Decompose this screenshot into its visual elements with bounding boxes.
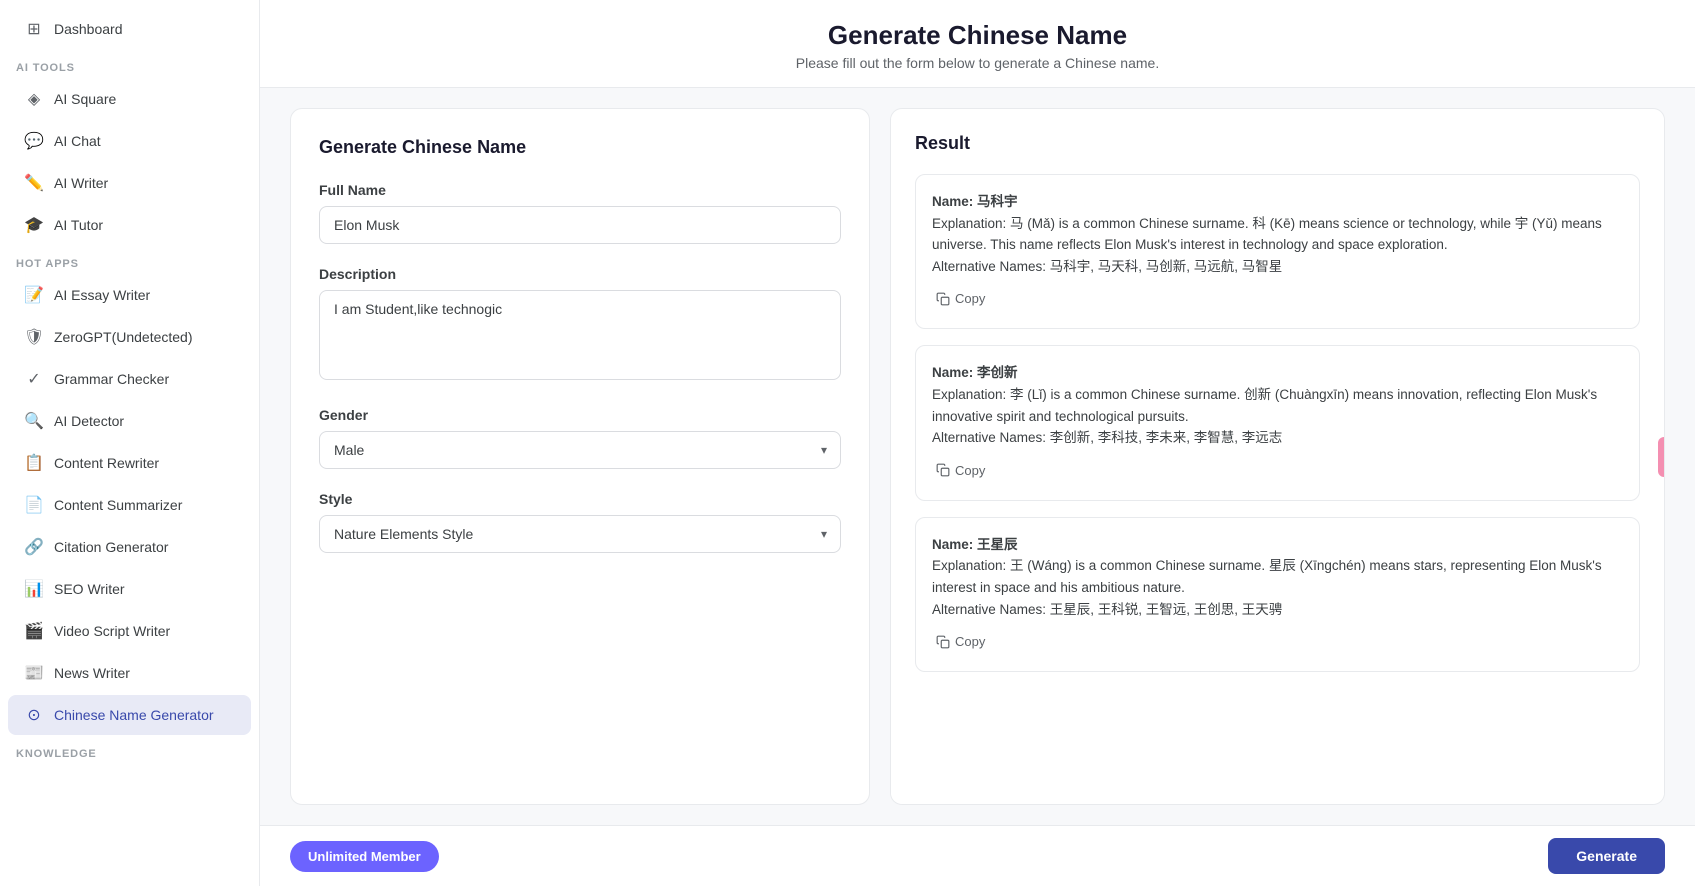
ai-writer-icon: ✏️	[24, 173, 44, 193]
copy-icon-2	[936, 463, 950, 477]
copy-button-1[interactable]: Copy	[932, 285, 989, 312]
full-name-label: Full Name	[319, 182, 841, 198]
ai-chat-icon: 💬	[24, 131, 44, 151]
content-area: Generate Chinese Name Full Name Descript…	[260, 88, 1695, 825]
description-label: Description	[319, 266, 841, 282]
result-card-2: Name: 李创新 Explanation: 李 (Lǐ) is a commo…	[915, 345, 1640, 500]
sidebar-item-ai-writer[interactable]: ✏️ AI Writer	[8, 163, 251, 203]
style-label: Style	[319, 491, 841, 507]
generate-button[interactable]: Generate	[1548, 838, 1665, 874]
essay-writer-icon: 📝	[24, 285, 44, 305]
style-select[interactable]: Nature Elements Style Classical Style Mo…	[319, 515, 841, 553]
content-rewriter-icon: 📋	[24, 453, 44, 473]
gender-label: Gender	[319, 407, 841, 423]
result-name-3: Name: 王星辰	[932, 537, 1018, 552]
result-name-1: Name: 马科宇	[932, 194, 1018, 209]
gender-select-wrap: Male Female Neutral ▾	[319, 431, 841, 469]
sidebar-item-ai-detector[interactable]: 🔍 AI Detector	[8, 401, 251, 441]
hot-apps-section-label: HOT APPS	[0, 246, 259, 274]
result-explanation-3: Explanation: 王 (Wáng) is a common Chines…	[932, 558, 1602, 595]
main-content: Generate Chinese Name Please fill out th…	[260, 0, 1695, 886]
page-header: Generate Chinese Name Please fill out th…	[260, 0, 1695, 88]
sidebar-item-ai-square[interactable]: ◈ AI Square	[8, 79, 251, 119]
sidebar-item-chinese-name-generator[interactable]: ⊙ Chinese Name Generator	[8, 695, 251, 735]
sidebar: ⊞ Dashboard AI TOOLS ◈ AI Square 💬 AI Ch…	[0, 0, 260, 886]
full-name-input[interactable]	[319, 206, 841, 244]
pink-accent-bar	[1658, 437, 1665, 477]
copy-button-2[interactable]: Copy	[932, 457, 989, 484]
result-card-1-text: Name: 马科宇 Explanation: 马 (Mǎ) is a commo…	[932, 191, 1623, 277]
ai-tools-section-label: AI TOOLS	[0, 50, 259, 78]
result-title: Result	[915, 133, 1640, 154]
style-select-wrap: Nature Elements Style Classical Style Mo…	[319, 515, 841, 553]
result-name-2: Name: 李创新	[932, 365, 1018, 380]
ai-tutor-icon: 🎓	[24, 215, 44, 235]
result-card-1: Name: 马科宇 Explanation: 马 (Mǎ) is a commo…	[915, 174, 1640, 329]
sidebar-item-grammar-checker[interactable]: ✓ Grammar Checker	[8, 359, 251, 399]
form-panel: Generate Chinese Name Full Name Descript…	[290, 108, 870, 805]
page-title: Generate Chinese Name	[300, 20, 1655, 51]
result-panel: Result Name: 马科宇 Explanation: 马 (Mǎ) is …	[890, 108, 1665, 805]
copy-icon-3	[936, 635, 950, 649]
ai-square-icon: ◈	[24, 89, 44, 109]
citation-generator-icon: 🔗	[24, 537, 44, 557]
gender-select[interactable]: Male Female Neutral	[319, 431, 841, 469]
video-script-writer-icon: 🎬	[24, 621, 44, 641]
sidebar-item-content-summarizer[interactable]: 📄 Content Summarizer	[8, 485, 251, 525]
copy-button-3[interactable]: Copy	[932, 628, 989, 655]
footer-bar: Unlimited Member Generate	[260, 825, 1695, 886]
style-group: Style Nature Elements Style Classical St…	[319, 491, 841, 553]
sidebar-item-ai-essay-writer[interactable]: 📝 AI Essay Writer	[8, 275, 251, 315]
zerogpt-icon: 🛡	[24, 327, 44, 347]
gender-group: Gender Male Female Neutral ▾	[319, 407, 841, 469]
full-name-group: Full Name	[319, 182, 841, 244]
result-card-3: Name: 王星辰 Explanation: 王 (Wáng) is a com…	[915, 517, 1640, 672]
result-alternatives-2: Alternative Names: 李创新, 李科技, 李未来, 李智慧, 李…	[932, 430, 1282, 445]
sidebar-item-citation-generator[interactable]: 🔗 Citation Generator	[8, 527, 251, 567]
unlimited-member-button[interactable]: Unlimited Member	[290, 841, 439, 872]
description-input[interactable]	[319, 290, 841, 380]
content-summarizer-icon: 📄	[24, 495, 44, 515]
grammar-checker-icon: ✓	[24, 369, 44, 389]
seo-writer-icon: 📊	[24, 579, 44, 599]
result-alternatives-3: Alternative Names: 王星辰, 王科锐, 王智远, 王创思, 王…	[932, 602, 1282, 617]
sidebar-item-ai-tutor[interactable]: 🎓 AI Tutor	[8, 205, 251, 245]
sidebar-item-content-rewriter[interactable]: 📋 Content Rewriter	[8, 443, 251, 483]
description-group: Description	[319, 266, 841, 385]
result-explanation-1: Explanation: 马 (Mǎ) is a common Chinese …	[932, 216, 1602, 253]
sidebar-item-seo-writer[interactable]: 📊 SEO Writer	[8, 569, 251, 609]
result-explanation-2: Explanation: 李 (Lǐ) is a common Chinese …	[932, 387, 1597, 424]
copy-icon-1	[936, 292, 950, 306]
news-writer-icon: 📰	[24, 663, 44, 683]
result-card-2-text: Name: 李创新 Explanation: 李 (Lǐ) is a commo…	[932, 362, 1623, 448]
chinese-name-generator-icon: ⊙	[24, 705, 44, 725]
knowledge-section-label: KNOWLEDGE	[0, 736, 259, 764]
sidebar-item-zerogpt[interactable]: 🛡 ZeroGPT(Undetected)	[8, 317, 251, 357]
form-title: Generate Chinese Name	[319, 137, 841, 158]
sidebar-item-news-writer[interactable]: 📰 News Writer	[8, 653, 251, 693]
result-alternatives-1: Alternative Names: 马科宇, 马天科, 马创新, 马远航, 马…	[932, 259, 1282, 274]
result-card-3-text: Name: 王星辰 Explanation: 王 (Wáng) is a com…	[932, 534, 1623, 620]
ai-detector-icon: 🔍	[24, 411, 44, 431]
dashboard-icon: ⊞	[24, 19, 44, 39]
sidebar-item-ai-chat[interactable]: 💬 AI Chat	[8, 121, 251, 161]
sidebar-item-video-script-writer[interactable]: 🎬 Video Script Writer	[8, 611, 251, 651]
sidebar-item-dashboard[interactable]: ⊞ Dashboard	[8, 9, 251, 49]
page-subtitle: Please fill out the form below to genera…	[300, 55, 1655, 71]
